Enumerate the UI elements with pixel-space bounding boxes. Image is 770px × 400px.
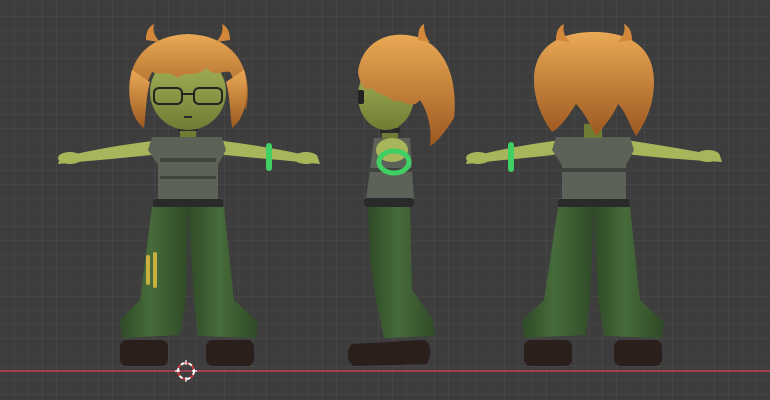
side-glasses	[358, 90, 364, 104]
3d-viewport[interactable]	[0, 0, 770, 400]
back-pants-right-leg	[594, 207, 664, 338]
front-left-shoe	[120, 340, 168, 366]
front-shirt	[148, 137, 226, 200]
back-shirt-stripe	[562, 168, 626, 172]
back-belt	[558, 199, 630, 208]
back-right-shoe	[614, 340, 662, 366]
x-axis-line	[0, 370, 770, 372]
front-shirt-stripe-2	[160, 176, 216, 179]
side-shoe	[347, 340, 431, 366]
side-pants	[368, 207, 436, 338]
front-hair-side-right	[226, 70, 247, 128]
front-left-hand	[58, 152, 82, 164]
character-scene	[58, 24, 722, 366]
front-hair-horn-left	[146, 24, 160, 42]
front-shirt-stripe	[160, 158, 216, 162]
character-front-view[interactable]	[58, 24, 320, 366]
back-left-hand	[466, 152, 490, 164]
front-mouth	[184, 116, 192, 118]
front-pants-right-leg	[188, 207, 258, 338]
front-right-shoe	[206, 340, 254, 366]
3d-cursor-icon[interactable]	[175, 360, 197, 382]
front-hair-horn-right	[216, 24, 230, 42]
back-hair	[534, 32, 654, 136]
side-belt	[364, 198, 414, 207]
back-bracelet	[508, 142, 514, 172]
front-bracelet	[266, 143, 272, 171]
front-patch-1	[146, 255, 150, 285]
front-right-hand	[294, 152, 318, 164]
front-patch-2	[153, 252, 157, 288]
back-pants-left-leg	[522, 207, 594, 338]
character-back-view[interactable]	[466, 24, 722, 366]
front-belt	[153, 199, 223, 208]
back-right-hand	[696, 150, 720, 162]
back-left-shoe	[524, 340, 572, 366]
side-hair-horn	[418, 24, 430, 42]
character-side-view[interactable]	[347, 24, 455, 366]
